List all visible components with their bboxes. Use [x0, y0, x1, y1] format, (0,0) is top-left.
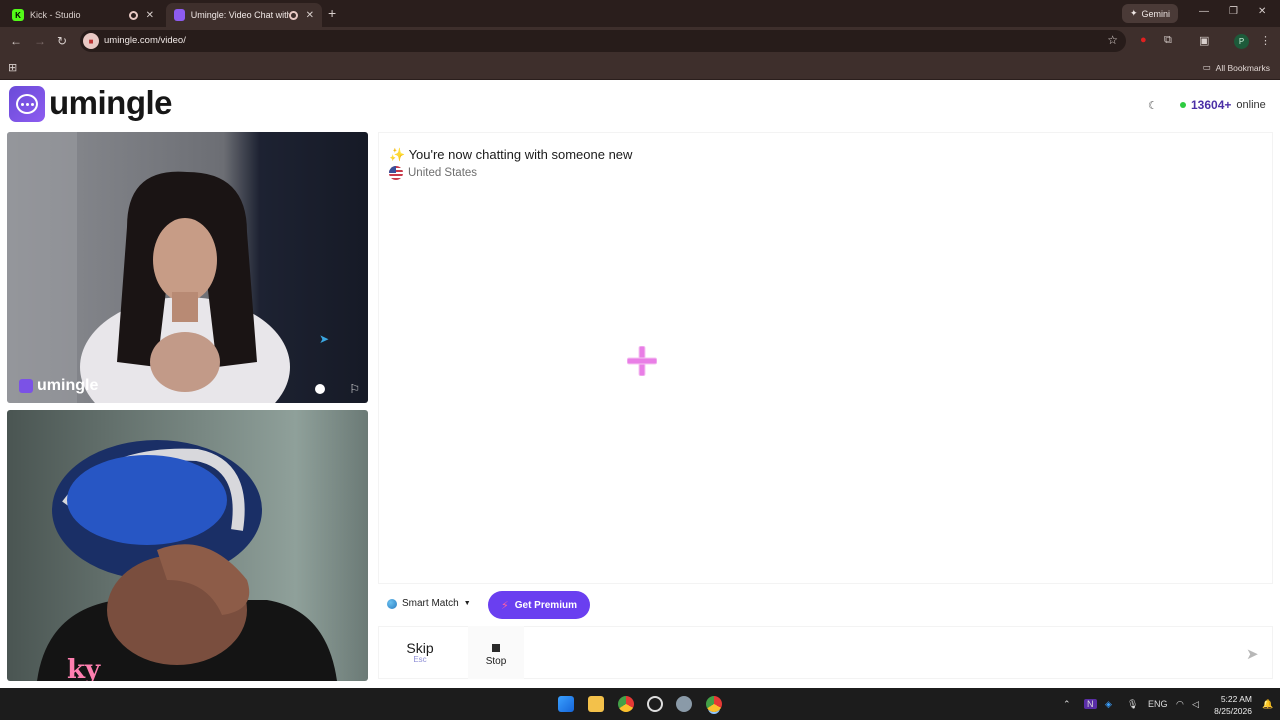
tab-kick-studio[interactable]: K Kick - Studio ✕	[4, 3, 162, 27]
chrome-profile-icon[interactable]	[706, 696, 722, 712]
bookmarks-bar: ⊞ ▭ All Bookmarks	[0, 56, 1280, 80]
stop-button[interactable]: Stop	[468, 626, 524, 679]
gemini-button[interactable]: ✦ Gemini	[1122, 4, 1179, 23]
stop-icon	[492, 644, 500, 652]
recording-icon	[289, 10, 298, 20]
obs-icon[interactable]	[647, 696, 663, 712]
message-input[interactable]	[530, 630, 1230, 674]
browser-toolbar: ← → ↻ ■ umingle.com/video/ ☆ ● ⧉ ▣ ⋮	[0, 27, 1280, 56]
minimize-icon[interactable]: —	[1199, 6, 1209, 17]
gemini-label: Gemini	[1141, 8, 1171, 19]
smart-match-label: Smart Match	[402, 598, 459, 609]
all-bookmarks-button[interactable]: ▭ All Bookmarks	[1203, 62, 1270, 73]
kick-icon: K	[12, 9, 24, 21]
back-icon[interactable]: ←	[10, 34, 22, 48]
skip-label: Skip	[406, 640, 434, 656]
online-counter: 13604+ online	[1180, 98, 1266, 112]
apps-grid-icon[interactable]: ⊞	[8, 61, 17, 74]
side-panel-icon[interactable]: ▣	[1199, 34, 1209, 47]
stranger-video-frame	[7, 132, 368, 403]
onenote-icon[interactable]: N	[1084, 699, 1097, 709]
extension-red-icon[interactable]: ●	[1140, 34, 1147, 46]
clock-time: 5:22 AM	[1220, 694, 1252, 704]
online-dot-icon	[1180, 102, 1186, 108]
get-premium-button[interactable]: ⚡ Get Premium	[488, 591, 590, 619]
close-window-icon[interactable]: ✕	[1258, 6, 1266, 17]
send-icon[interactable]: ➤	[1246, 645, 1259, 663]
stop-label: Stop	[485, 656, 507, 667]
close-tab-icon[interactable]: ✕	[306, 10, 314, 21]
all-bookmarks-label: All Bookmarks	[1215, 62, 1270, 73]
umingle-watermark: umingle	[19, 377, 98, 395]
logo-text[interactable]: umingle	[49, 84, 173, 122]
browser-tabstrip: K Kick - Studio ✕ Umingle: Video Chat wi…	[0, 0, 1280, 27]
stranger-country: United States	[389, 166, 477, 180]
chrome-icon[interactable]	[618, 696, 634, 712]
country-label: United States	[408, 167, 478, 179]
tab-umingle[interactable]: Umingle: Video Chat with S ✕	[166, 3, 322, 27]
skip-button[interactable]: Skip Esc	[380, 626, 460, 679]
chevron-down-icon: ▼	[463, 600, 471, 607]
tab-title: Kick - Studio	[30, 10, 81, 20]
camera-permission-icon[interactable]: ■	[83, 33, 99, 49]
wifi-icon[interactable]: ◠	[1176, 699, 1184, 710]
recording-icon	[128, 10, 138, 20]
umingle-mini-icon	[19, 379, 33, 393]
mouse-cursor-icon: ➤	[319, 332, 330, 346]
volume-icon[interactable]: ◁	[1192, 699, 1199, 710]
self-video: ky	[7, 410, 368, 681]
close-tab-icon[interactable]: ✕	[146, 10, 154, 21]
skip-shortcut-hint: Esc	[413, 655, 427, 664]
notification-icon[interactable]: 🔔	[1262, 699, 1273, 710]
chat-panel: ✨ You're now chatting with someone new U…	[378, 132, 1273, 584]
menu-icon[interactable]: ⋮	[1260, 34, 1271, 47]
gemini-icon: ✦	[1130, 8, 1138, 18]
address-bar[interactable]: ■ umingle.com/video/ ☆	[80, 30, 1126, 52]
new-tab-button[interactable]: +	[328, 5, 336, 21]
bookmark-star-icon[interactable]: ☆	[1107, 33, 1118, 47]
system-clock[interactable]: 5:22 AM 8/25/2026	[1210, 693, 1252, 717]
volume-slider-knob[interactable]	[315, 384, 325, 394]
chat-status-message: ✨ You're now chatting with someone new	[389, 147, 633, 162]
online-count: 13604+	[1191, 98, 1232, 112]
self-video-frame: ky	[7, 410, 368, 681]
bolt-icon: ⚡	[501, 599, 509, 612]
extensions-icon[interactable]: ⧉	[1164, 34, 1172, 47]
microphone-icon[interactable]: 🎙	[1127, 699, 1138, 710]
dark-mode-icon[interactable]: ☾	[1148, 99, 1158, 112]
loading-plus-icon	[627, 346, 657, 376]
reload-icon[interactable]: ↻	[57, 34, 67, 48]
restore-icon[interactable]: ❐	[1229, 6, 1238, 17]
file-explorer-icon[interactable]	[588, 696, 604, 712]
umingle-logo-icon[interactable]	[9, 86, 45, 122]
tray-app-icon[interactable]: ◈	[1105, 699, 1112, 710]
stranger-video: ➤ umingle ⚐	[7, 132, 368, 403]
tray-overflow-icon[interactable]: ⌃	[1063, 699, 1071, 710]
umingle-tab-icon	[174, 9, 185, 21]
profile-avatar[interactable]: P	[1234, 34, 1249, 49]
windows-taskbar: ⌃ N ◈ 🎙 ENG ◠ ◁ 5:22 AM 8/25/2026 🔔	[0, 688, 1280, 720]
tab-title: Umingle: Video Chat with S	[190, 10, 289, 20]
forward-icon[interactable]: →	[34, 34, 46, 48]
folder-icon: ▭	[1202, 62, 1211, 72]
online-label: online	[1236, 99, 1266, 111]
windows-start-icon[interactable]	[558, 696, 574, 712]
svg-text:ky: ky	[67, 655, 101, 681]
settings-gear-icon[interactable]	[676, 696, 692, 712]
globe-icon	[387, 598, 397, 609]
url-text: umingle.com/video/	[104, 35, 186, 46]
us-flag-icon	[389, 166, 403, 180]
language-indicator[interactable]: ENG	[1148, 699, 1168, 709]
clock-date: 8/25/2026	[1214, 706, 1252, 716]
report-flag-icon[interactable]: ⚐	[349, 382, 360, 396]
premium-label: Get Premium	[514, 599, 577, 611]
smart-match-dropdown[interactable]: Smart Match ▼	[387, 598, 471, 609]
